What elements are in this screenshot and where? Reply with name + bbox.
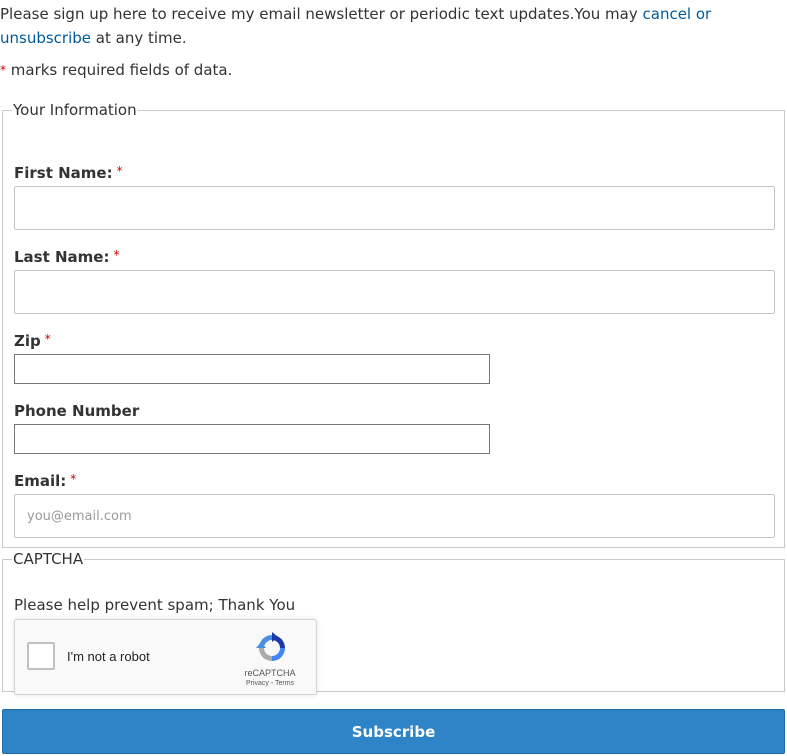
subscribe-button[interactable]: Subscribe (2, 709, 785, 754)
required-note-text: marks required fields of data. (6, 61, 233, 79)
first-name-label-text: First Name: (14, 164, 113, 182)
phone-label-text: Phone Number (14, 402, 140, 420)
email-label-text: Email: (14, 472, 67, 490)
intro-text: Please sign up here to receive my email … (0, 2, 730, 50)
email-required-marker: * (70, 472, 77, 486)
last-name-label-text: Last Name: (14, 248, 110, 266)
last-name-required-marker: * (113, 248, 120, 262)
email-input[interactable] (14, 494, 775, 538)
recaptcha-checkbox[interactable] (27, 642, 55, 670)
recaptcha-widget: I'm not a robot reCAPTCHA Privacy - Term… (14, 619, 317, 695)
your-information-fieldset: Your Information First Name: * Last Name:… (2, 101, 785, 548)
phone-input[interactable] (14, 424, 490, 454)
last-name-input[interactable] (14, 270, 775, 314)
required-marker: * (0, 63, 6, 77)
zip-input[interactable] (14, 354, 490, 384)
intro-text-suffix: at any time. (91, 29, 187, 47)
recaptcha-terms-link[interactable]: Privacy - Terms (235, 680, 305, 687)
first-name-label: First Name: * (14, 164, 123, 182)
captcha-instructions: Please help prevent spam; Thank You (14, 596, 296, 614)
recaptcha-checkbox-label: I'm not a robot (67, 649, 150, 664)
recaptcha-brand: reCAPTCHA (244, 668, 296, 678)
zip-label: Zip * (14, 332, 51, 350)
your-information-legend: Your Information (13, 101, 137, 119)
intro-text-main: Please sign up here to receive my email … (0, 5, 643, 23)
recaptcha-logo-icon (256, 632, 285, 661)
email-label: Email: * (14, 472, 76, 490)
zip-label-text: Zip (14, 332, 41, 350)
last-name-label: Last Name: * (14, 248, 119, 266)
zip-required-marker: * (44, 332, 51, 346)
first-name-required-marker: * (116, 164, 123, 178)
first-name-input[interactable] (14, 186, 775, 230)
phone-label: Phone Number (14, 402, 139, 420)
captcha-legend: CAPTCHA (13, 550, 84, 568)
required-note: * marks required fields of data. (0, 60, 232, 80)
captcha-fieldset: CAPTCHA Please help prevent spam; Thank … (2, 550, 785, 695)
